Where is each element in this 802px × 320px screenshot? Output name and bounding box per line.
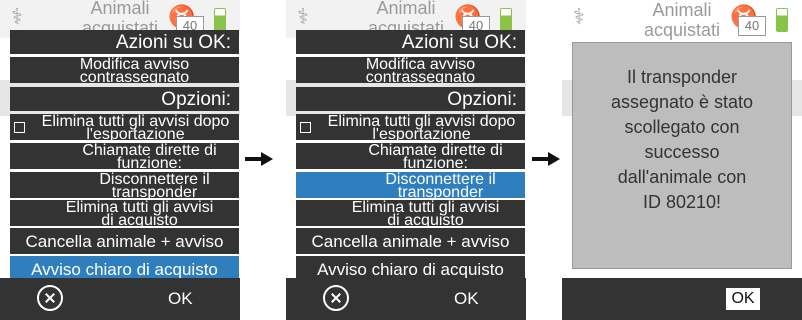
menu-header-options: Opzioni: bbox=[10, 87, 239, 111]
menu-item-disconnect-transponder[interactable]: Disconnettere il transponder bbox=[296, 172, 525, 198]
cancel-icon[interactable] bbox=[323, 285, 349, 311]
menu-item-delete-after-export[interactable]: Elimina tutti gli avvisi dopo l'esportaz… bbox=[10, 114, 239, 140]
menu-item-delete-after-export[interactable]: Elimina tutti gli avvisi dopo l'esportaz… bbox=[296, 114, 525, 140]
screen-2: ⚕ Animaliacquistati ♉ 40 Azioni su OK: M… bbox=[286, 0, 526, 320]
footer-bar: OK bbox=[286, 278, 526, 320]
battery-icon bbox=[776, 8, 788, 32]
menu-item-delete-purchase-notices[interactable]: Elimina tutti gli avvisi di acquisto bbox=[10, 200, 239, 226]
ok-button[interactable]: OK bbox=[168, 288, 193, 310]
menu-item-direct-calls[interactable]: Chiamate dirette di funzione: bbox=[10, 143, 239, 169]
battery-icon bbox=[500, 8, 512, 32]
arrow-right-icon bbox=[532, 152, 562, 166]
dialog-message: Il transponder assegnato è stato scolleg… bbox=[610, 67, 754, 212]
menu-item-cancel-animal-notice[interactable]: Cancella animale + avviso bbox=[296, 228, 525, 254]
cancel-icon[interactable] bbox=[37, 285, 63, 311]
count-badge: 40 bbox=[738, 16, 766, 36]
menu-item-direct-calls[interactable]: Chiamate dirette di funzione: bbox=[296, 143, 525, 169]
footer-bar: OK bbox=[562, 278, 802, 320]
menu-item-cancel-animal-notice[interactable]: Cancella animale + avviso bbox=[10, 228, 239, 254]
menu-header-options: Opzioni: bbox=[296, 87, 525, 111]
menu-header-actions: Azioni su OK: bbox=[296, 30, 525, 54]
screen-3: ⚕ Animaliacquistati ♉ 40 DE 000615692447… bbox=[562, 0, 802, 320]
menu-item-disconnect-transponder[interactable]: Disconnettere il transponder bbox=[10, 172, 239, 198]
footer-bar: OK bbox=[0, 278, 240, 320]
arrow-right-icon bbox=[245, 152, 275, 166]
menu-item-edit-notice[interactable]: Modifica avviso contrassegnato bbox=[10, 57, 239, 83]
screen-1: ⚕ Animaliacquistati ♉ 40 Azioni su OK: M… bbox=[0, 0, 240, 320]
menu-header-actions: Azioni su OK: bbox=[10, 30, 239, 54]
ok-button[interactable]: OK bbox=[726, 288, 760, 310]
battery-icon bbox=[214, 8, 226, 32]
page-title: Animali acquistati bbox=[643, 0, 721, 40]
ok-button[interactable]: OK bbox=[454, 288, 479, 310]
confirmation-dialog: Il transponder assegnato è stato scolleg… bbox=[572, 42, 792, 269]
menu-item-edit-notice[interactable]: Modifica avviso contrassegnato bbox=[296, 57, 525, 83]
menu-item-delete-purchase-notices[interactable]: Elimina tutti gli avvisi di acquisto bbox=[296, 200, 525, 226]
